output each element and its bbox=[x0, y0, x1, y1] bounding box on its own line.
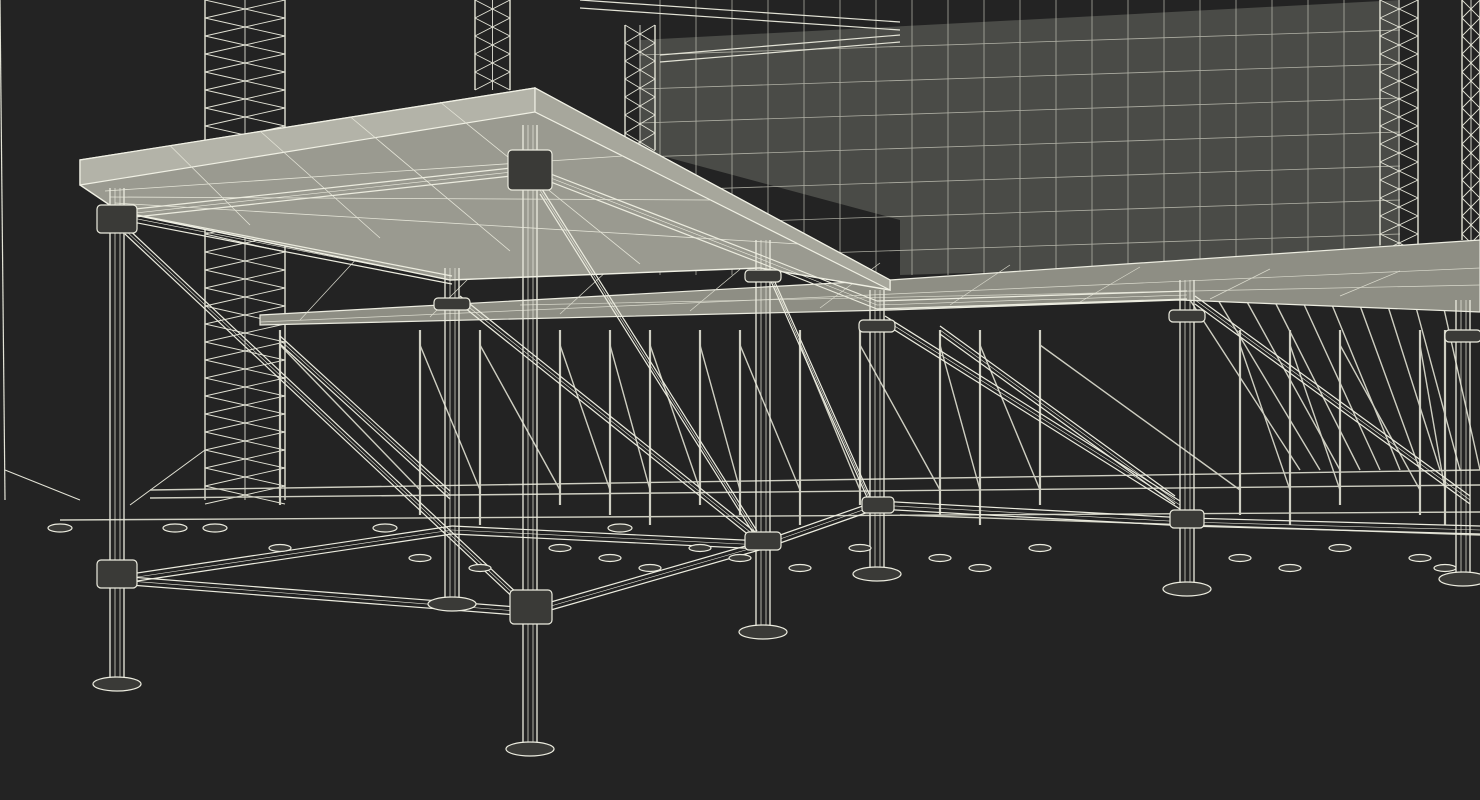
far-base-plate bbox=[968, 563, 992, 573]
scaffold-stage-wireframe-render bbox=[0, 0, 1480, 800]
far-base-plate bbox=[607, 523, 633, 533]
base-plate bbox=[427, 596, 477, 612]
coupler bbox=[1444, 329, 1480, 343]
far-base-plate bbox=[928, 553, 952, 563]
base-plate bbox=[505, 741, 555, 757]
coupler bbox=[507, 149, 553, 191]
base-plate bbox=[738, 624, 788, 640]
coupler bbox=[1169, 509, 1205, 529]
coupler bbox=[744, 531, 782, 551]
coupler bbox=[96, 559, 138, 589]
far-base-plate bbox=[638, 563, 662, 573]
far-base-plate bbox=[848, 543, 872, 553]
base-plate bbox=[1438, 571, 1480, 587]
far-base-plate bbox=[1278, 563, 1302, 573]
far-base-plate bbox=[268, 543, 292, 553]
coupler bbox=[858, 319, 896, 333]
far-base-plate bbox=[688, 543, 712, 553]
coupler bbox=[1168, 309, 1206, 323]
coupler bbox=[744, 269, 782, 283]
far-base-plate bbox=[1408, 553, 1432, 563]
base-plate bbox=[1162, 581, 1212, 597]
far-base-plate bbox=[372, 523, 398, 533]
far-base-plate bbox=[1328, 543, 1352, 553]
coupler bbox=[96, 204, 138, 234]
far-base-plate bbox=[162, 523, 188, 533]
far-base-plate bbox=[408, 553, 432, 563]
far-base-plate bbox=[598, 553, 622, 563]
far-base-plate bbox=[468, 563, 492, 573]
far-base-plate bbox=[1433, 563, 1457, 573]
far-base-plate bbox=[1228, 553, 1252, 563]
base-plate bbox=[92, 676, 142, 692]
far-base-plate bbox=[202, 523, 228, 533]
coupler bbox=[509, 589, 553, 625]
far-base-plate bbox=[788, 563, 812, 573]
far-base-plate bbox=[728, 553, 752, 563]
coupler bbox=[861, 496, 895, 514]
coupler bbox=[433, 297, 471, 311]
far-base-plate bbox=[548, 543, 572, 553]
far-base-plate bbox=[47, 523, 73, 533]
far-base-plate bbox=[1028, 543, 1052, 553]
base-plate bbox=[852, 566, 902, 582]
